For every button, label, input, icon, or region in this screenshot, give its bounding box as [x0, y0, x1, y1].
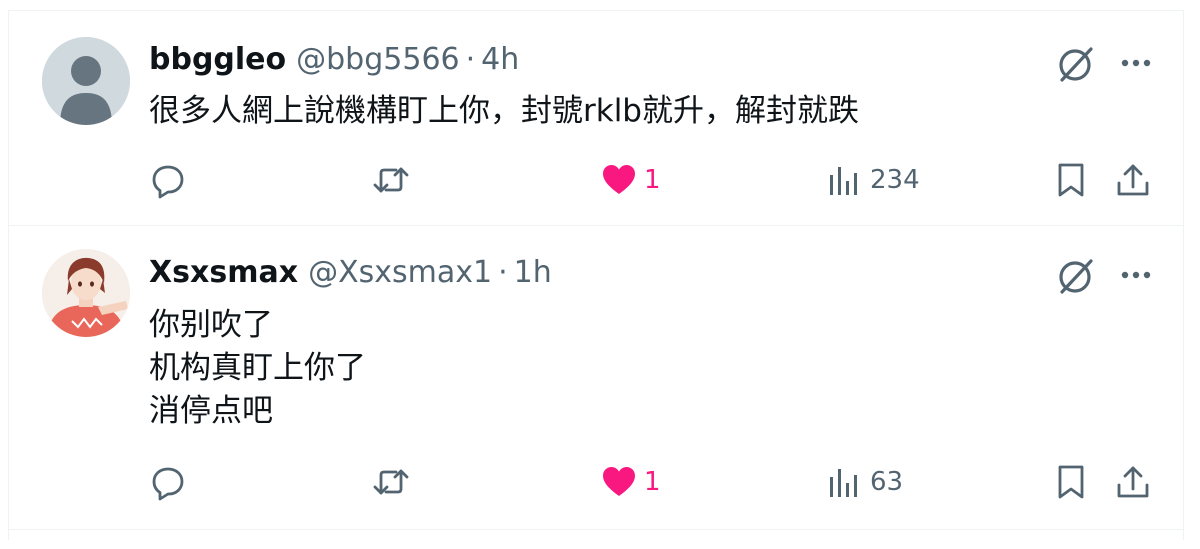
views-button[interactable]: 63: [826, 460, 903, 504]
repost-icon: [373, 469, 409, 495]
share-icon: [1117, 164, 1149, 196]
like-button[interactable]: 1: [600, 158, 661, 202]
heart-icon: [603, 165, 635, 194]
grok-icon[interactable]: [1054, 42, 1098, 86]
more-icon[interactable]: [1116, 260, 1156, 290]
view-count: 234: [870, 165, 920, 195]
repost-button[interactable]: [372, 158, 410, 202]
separator: ·: [498, 255, 508, 290]
post-text-line: 机构真盯上你了: [149, 350, 366, 386]
more-icon[interactable]: [1116, 48, 1156, 78]
reply-button[interactable]: [149, 460, 187, 504]
post-text: 很多人網上說機構盯上你，封號rklb就升，解封就跌: [149, 90, 859, 133]
grok-icon[interactable]: [1054, 254, 1098, 298]
repost-icon: [373, 167, 409, 193]
bookmark-button[interactable]: [1052, 158, 1090, 202]
post-text: 你别吹了 机构真盯上你了 消停点吧: [149, 304, 366, 433]
like-count: 1: [644, 467, 661, 497]
post-text-line: 很多人網上說機構盯上你，封號rklb就升，解封就跌: [149, 93, 859, 129]
post-text-line: 你别吹了: [149, 307, 273, 343]
default-avatar-icon: [42, 37, 130, 125]
anime-avatar-icon: [42, 249, 130, 337]
post-text-line: 消停点吧: [149, 393, 273, 429]
avatar[interactable]: [42, 249, 130, 337]
reply-icon: [152, 165, 184, 199]
views-icon: [830, 167, 857, 195]
repost-button[interactable]: [372, 460, 410, 504]
user-handle[interactable]: @Xsxsmax1: [308, 255, 492, 290]
like-count: 1: [644, 165, 661, 195]
views-button[interactable]: 234: [826, 158, 920, 202]
views-icon: [830, 469, 857, 497]
timestamp[interactable]: 4h: [481, 42, 519, 77]
avatar[interactable]: [42, 37, 130, 125]
post[interactable]: Xsxsmax @Xsxsmax1 · 1h 你别吹了 机构真盯上你了 消停点吧 1: [8, 226, 1184, 530]
view-count: 63: [870, 467, 904, 497]
display-name[interactable]: bbggleo: [149, 42, 286, 77]
share-button[interactable]: [1114, 460, 1152, 504]
like-button[interactable]: 1: [600, 460, 661, 504]
display-name[interactable]: Xsxsmax: [149, 255, 298, 290]
bookmark-button[interactable]: [1052, 460, 1090, 504]
post-header: Xsxsmax @Xsxsmax1 · 1h: [149, 253, 552, 293]
user-handle[interactable]: @bbg5566: [296, 42, 459, 77]
post-header: bbggleo @bbg5566 · 4h: [149, 40, 519, 80]
bookmark-icon: [1058, 465, 1084, 499]
reply-icon: [152, 467, 184, 501]
separator: ·: [465, 42, 476, 77]
share-button[interactable]: [1114, 158, 1152, 202]
bookmark-icon: [1058, 163, 1084, 197]
timestamp[interactable]: 1h: [514, 255, 552, 290]
post[interactable]: bbggleo @bbg5566 · 4h 很多人網上說機構盯上你，封號rklb就升，…: [8, 10, 1184, 226]
share-icon: [1117, 466, 1149, 498]
heart-icon: [603, 467, 635, 496]
reply-button[interactable]: [149, 158, 187, 202]
